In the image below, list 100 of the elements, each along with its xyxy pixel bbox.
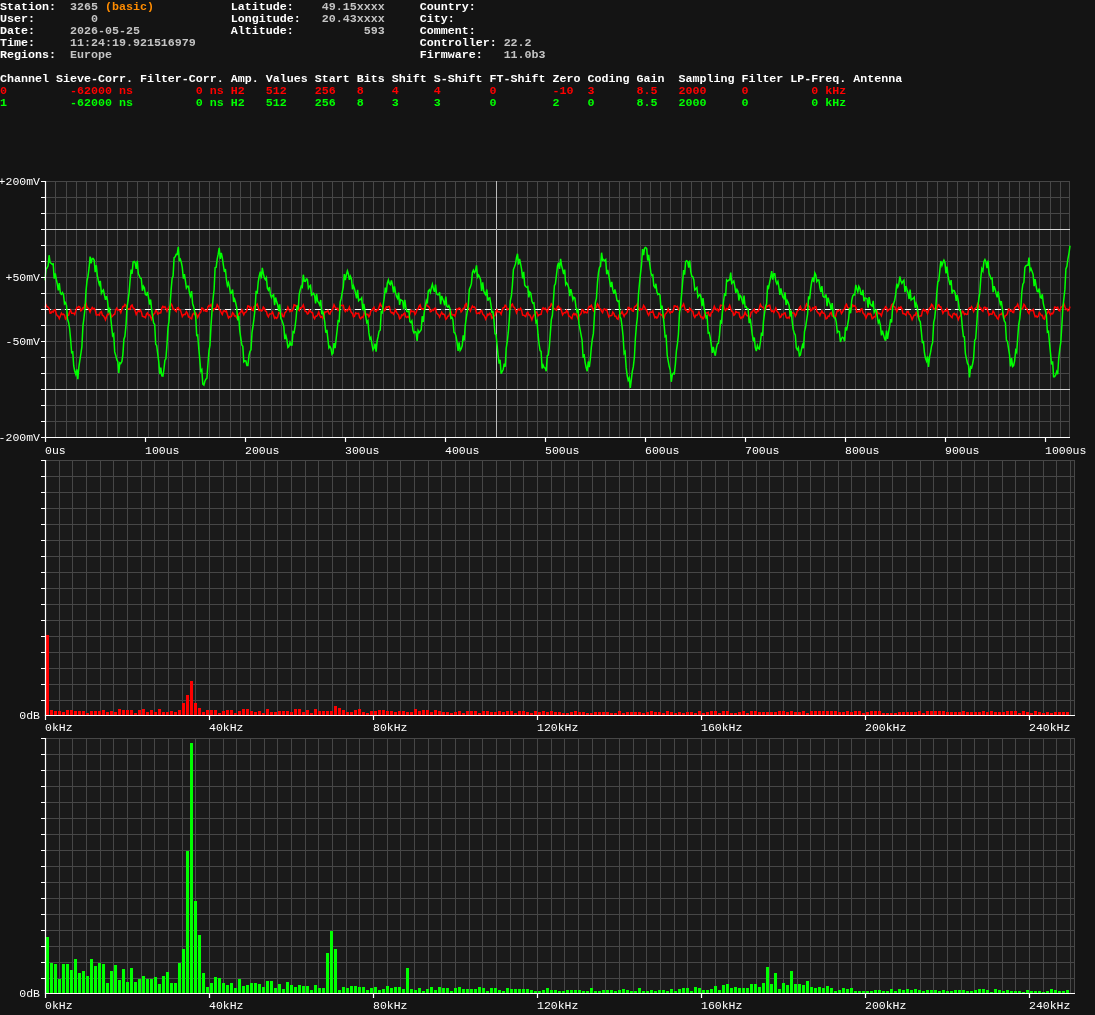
- column-header: Zero: [552, 73, 582, 85]
- table-cell-text: 1: [0, 97, 8, 109]
- axis-label: -50mV: [5, 335, 40, 348]
- table-cell-text: 3: [587, 85, 596, 97]
- table-cell-text: 0: [0, 85, 8, 97]
- table-cell-text: 0: [741, 97, 750, 109]
- info-label: Date:: [0, 25, 36, 37]
- info-label: Firmware:: [419, 49, 484, 61]
- axis-label: 0dB: [19, 987, 40, 1000]
- axis-label: 200kHz: [865, 721, 907, 734]
- axis-label: 160kHz: [701, 721, 743, 734]
- table-cell-text: 0 ns: [194, 97, 225, 109]
- table-cell-text: 8.5: [636, 97, 659, 109]
- info-value: Europe: [69, 49, 112, 61]
- info-value: 3265: [69, 1, 98, 13]
- axis-label: 240kHz: [1029, 999, 1071, 1012]
- table-cell-text: H2: [230, 85, 246, 97]
- info-value: 20.43xxxx: [320, 13, 385, 25]
- axis-label: 200us: [245, 444, 280, 457]
- table-cell-text: 8: [356, 97, 365, 109]
- plan-tag: (basic): [104, 1, 154, 13]
- info-value: 0: [89, 13, 98, 25]
- table-cell-text: 3: [433, 97, 442, 109]
- column-header: S-Shift: [433, 73, 484, 85]
- axis-label: 1000us: [1045, 444, 1087, 457]
- axis-label: 300us: [345, 444, 380, 457]
- info-label: Country:: [419, 1, 477, 13]
- axis-label: 700us: [745, 444, 780, 457]
- table-cell-text: 8: [356, 85, 365, 97]
- table-cell-text: 4: [391, 85, 400, 97]
- table-cell-text: 0: [489, 97, 498, 109]
- info-value: 22.2: [503, 37, 532, 49]
- axis-label: 200kHz: [865, 999, 907, 1012]
- table-cell-text: 0 ns: [194, 85, 225, 97]
- axis-label: -200mV: [0, 431, 40, 444]
- table-cell-text: -10: [552, 85, 575, 97]
- table-cell-text: 3: [391, 97, 400, 109]
- info-label: Regions:: [0, 49, 57, 61]
- column-header: Values: [265, 73, 309, 85]
- column-header: Amp.: [230, 73, 260, 85]
- table-cell-text: 2: [552, 97, 561, 109]
- column-header: Gain: [636, 73, 666, 85]
- info-label: Longitude:: [230, 13, 302, 25]
- axis-label: 800us: [845, 444, 880, 457]
- info-value: 49.15xxxx: [320, 1, 385, 13]
- axis-label: 500us: [545, 444, 580, 457]
- axis-label: 400us: [445, 444, 480, 457]
- table-cell-text: 0 kHz: [810, 97, 848, 109]
- axis-label: 80kHz: [373, 721, 408, 734]
- info-label: Controller:: [419, 37, 498, 49]
- axis-label: 80kHz: [373, 999, 408, 1012]
- table-cell-text: 0: [489, 85, 498, 97]
- axis-label: 0us: [45, 444, 66, 457]
- axis-label: 0kHz: [45, 999, 73, 1012]
- table-cell-text: 2000: [678, 97, 708, 109]
- axis-label: 600us: [645, 444, 680, 457]
- info-value: 2026-05-25: [69, 25, 140, 37]
- axis-label: 240kHz: [1029, 721, 1071, 734]
- table-cell-text: -62000 ns: [68, 85, 134, 97]
- column-header: Sieve-Corr.: [55, 73, 134, 85]
- info-label: User:: [0, 13, 36, 25]
- column-header: Shift: [391, 73, 428, 85]
- info-label: Time:: [0, 37, 36, 49]
- column-header: Filter: [741, 73, 785, 85]
- column-header: Channel: [0, 73, 50, 85]
- column-header: Coding: [587, 73, 631, 85]
- info-value: 11.0b3: [503, 49, 546, 61]
- axis-label: 40kHz: [209, 721, 244, 734]
- column-header: FT-Shift: [489, 73, 547, 85]
- column-header: Bits: [356, 73, 386, 85]
- info-label: Latitude:: [230, 1, 295, 13]
- table-cell-text: 2000: [678, 85, 708, 97]
- table-cell-text: 512: [265, 85, 288, 97]
- axis-label: 40kHz: [209, 999, 244, 1012]
- column-header: Start: [314, 73, 351, 85]
- info-label: Altitude:: [230, 25, 295, 37]
- table-cell-text: 0: [587, 97, 596, 109]
- table-cell-text: 8.5: [636, 85, 659, 97]
- axis-label: 120kHz: [537, 721, 579, 734]
- table-cell-text: 256: [314, 97, 337, 109]
- column-header: LP-Freq.: [790, 73, 848, 85]
- info-value: 593: [362, 25, 385, 37]
- column-header: Filter-Corr.: [139, 73, 225, 85]
- info-label: Comment:: [419, 25, 477, 37]
- axis-label: 160kHz: [701, 999, 743, 1012]
- table-cell-text: -62000 ns: [68, 97, 134, 109]
- table-cell-text: 0 kHz: [810, 85, 848, 97]
- info-value: 11:24:19.921516979: [69, 37, 196, 49]
- axis-label: 0kHz: [45, 721, 73, 734]
- table-cell-text: 0: [741, 85, 750, 97]
- axis-label: 900us: [945, 444, 980, 457]
- axis-label: +50mV: [5, 271, 40, 284]
- column-header: Antenna: [853, 73, 904, 85]
- axis-label: +200mV: [0, 176, 40, 188]
- axis-label: 0dB: [19, 709, 40, 722]
- table-cell-text: H2: [230, 97, 246, 109]
- table-cell-text: 4: [433, 85, 442, 97]
- axis-label: 120kHz: [537, 999, 579, 1012]
- info-label: City:: [419, 13, 456, 25]
- axis-label: 100us: [145, 444, 180, 457]
